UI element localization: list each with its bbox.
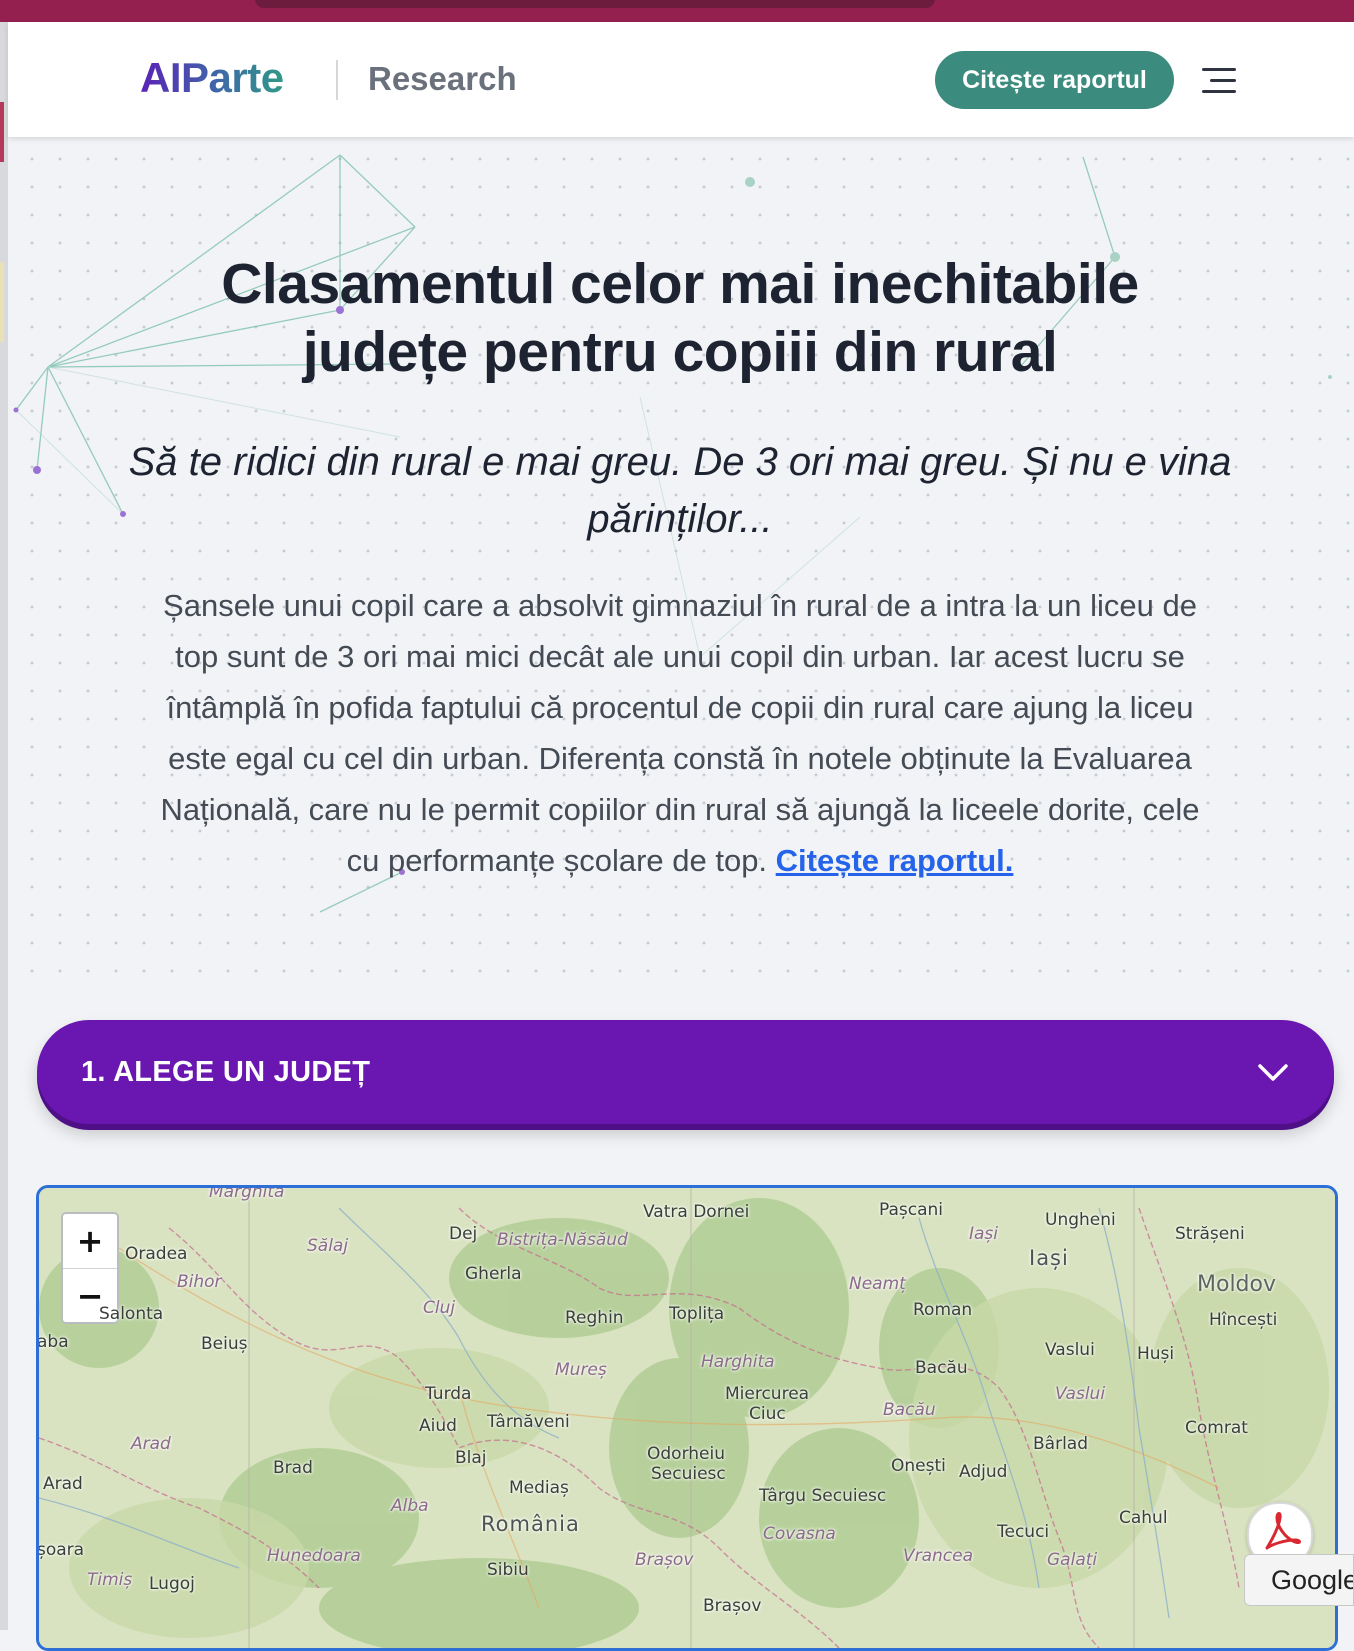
map-label: Comrat [1185,1418,1248,1438]
map-label: Târnăveni [487,1412,570,1432]
page-title-line-1: Clasamentul celor mai inechitabile [221,252,1139,316]
map-label: Secuiesc [651,1464,726,1484]
map-label: Arad [131,1434,171,1454]
map-label: Sibiu [487,1560,529,1580]
browser-top-strip [0,0,1354,22]
map-label: Onești [891,1456,946,1476]
google-translate-tab[interactable]: Google [1244,1554,1354,1606]
map-label: Vaslui [1045,1340,1095,1360]
map-label: Bihor [177,1272,222,1292]
map-label: Bacău [883,1400,936,1420]
map-label: Blaj [455,1448,487,1468]
map-label: Huși [1137,1344,1175,1364]
map-label: Harghita [701,1352,775,1372]
browser-address-pill [255,0,935,8]
map-label: Turda [425,1384,472,1404]
map-label: Ciuc [749,1404,786,1424]
map-label: Salonta [99,1304,164,1324]
county-map[interactable]: + − Marghita Oradea Bihor Sălaj Dej Bist… [36,1185,1338,1651]
logo-divider [336,60,338,100]
map-label: Roman [913,1300,973,1320]
map-label: Bacău [915,1358,968,1378]
hamburger-menu-icon[interactable] [1200,66,1236,96]
page-title: Clasamentul celor mai inechitabile județ… [80,250,1280,386]
map-label: Ungheni [1045,1210,1116,1230]
map-label: Mureș [555,1360,607,1380]
map-label: Vaslui [1055,1384,1106,1404]
map-label: Timiș [87,1570,133,1590]
map-label: Miercurea [725,1384,810,1404]
map-label: Brașov [703,1596,762,1616]
section-label[interactable]: Research [368,60,517,98]
map-label: Tecuci [997,1522,1050,1542]
map-label: Moldov [1197,1272,1276,1297]
map-label: Covasna [763,1524,836,1544]
map-label: Marghita [209,1185,285,1202]
map-label: Arad [43,1474,83,1494]
map-label: Adjud [959,1462,1008,1482]
map-label: aba [37,1332,69,1352]
map-label: Lugoj [149,1574,195,1594]
map-label: Strășeni [1175,1224,1245,1244]
map-label: Vrancea [903,1546,974,1566]
map-label: Cahul [1119,1508,1168,1528]
map-label: Bârlad [1033,1434,1089,1454]
map-label: Galați [1047,1550,1098,1570]
map-label: Toplița [669,1304,725,1324]
map-label: Neamț [849,1274,906,1294]
map-label: Bistrița-Năsăud [497,1230,628,1250]
site-header: AIParte Research Citește raportul [8,22,1354,137]
map-label: Beiuș [201,1334,248,1354]
map-label: Mediaș [509,1478,569,1498]
chevron-down-icon [1258,1064,1288,1081]
read-report-link[interactable]: Citește raportul. [776,843,1014,878]
intro-paragraph: Șansele unui copil care a absolvit gimna… [140,580,1220,886]
map-label: Oradea [125,1244,188,1264]
map-label: Gherla [465,1264,522,1284]
site-logo[interactable]: AIParte [140,54,284,102]
map-label: Brad [273,1458,313,1478]
map-label: șoara [37,1540,85,1560]
map-label: Brașov [635,1550,694,1570]
step-1-county-accordion[interactable]: 1. ALEGE UN JUDEȚ [37,1020,1334,1124]
map-label: Pașcani [879,1200,944,1220]
map-label: Hunedoara [267,1546,361,1566]
map-label: Iași [1029,1246,1069,1270]
step-1-label: 1. ALEGE UN JUDEȚ [81,1056,371,1088]
map-label: Iași [969,1224,999,1244]
map-label: Hîncești [1209,1310,1278,1330]
map-label: Târgu Secuiesc [759,1486,887,1506]
zoom-in-button[interactable]: + [63,1214,117,1268]
map-label: România [481,1512,580,1536]
map-label: Aiud [419,1416,457,1436]
page-title-line-2: județe pentru copiii din rural [302,320,1058,384]
map-label: Sălaj [307,1236,349,1256]
page-subtitle: Să te ridici din rural e mai greu. De 3 … [128,440,1232,541]
map-label: Cluj [423,1298,456,1318]
map-label: Alba [391,1496,429,1516]
read-report-button[interactable]: Citește raportul [935,51,1174,109]
map-label: Vatra Dornei [643,1202,750,1222]
map-terrain [39,1188,1335,1648]
map-label: Dej [449,1224,478,1244]
intro-text: Șansele unui copil care a absolvit gimna… [160,588,1200,878]
map-label: Reghin [565,1308,624,1328]
map-label: Odorheiu [647,1444,725,1464]
